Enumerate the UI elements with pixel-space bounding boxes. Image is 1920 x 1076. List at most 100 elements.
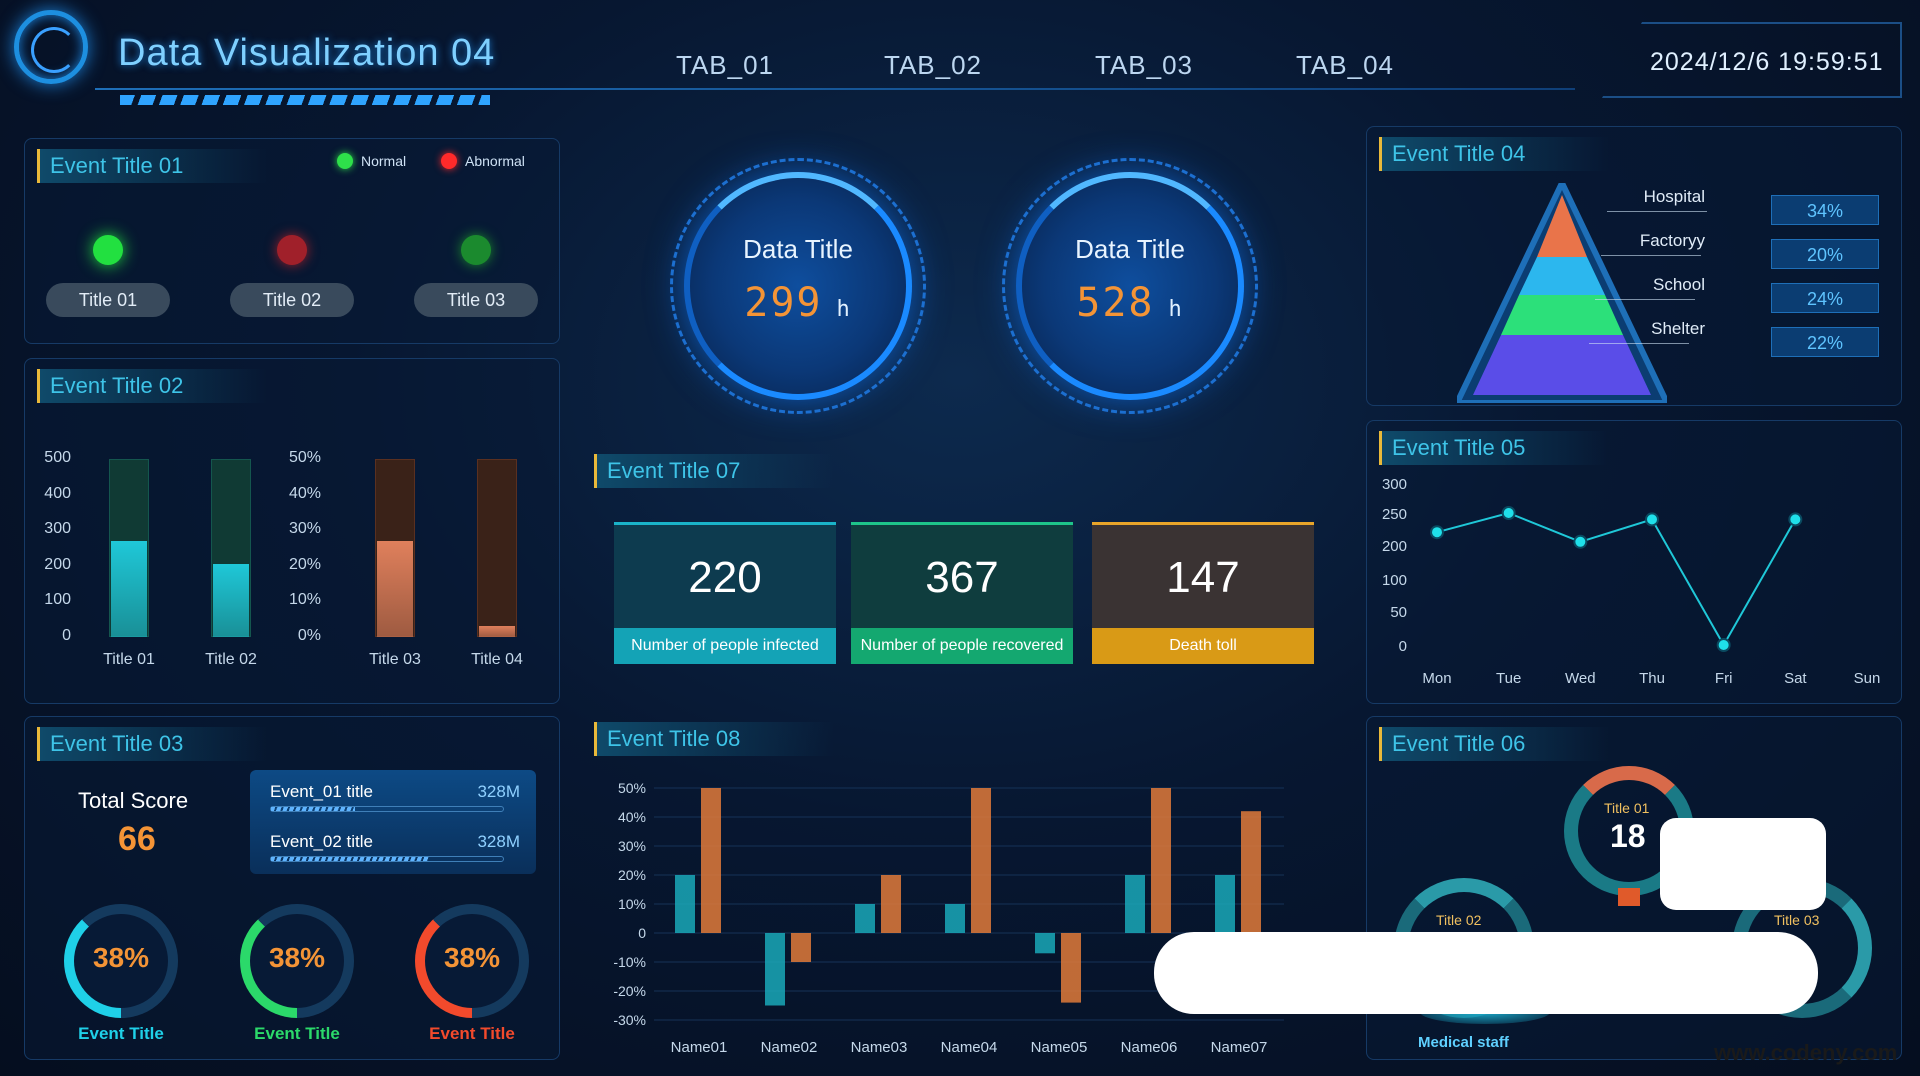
event-row-2[interactable]: Event_02 title 328M xyxy=(270,832,520,852)
event6-gauge-1-label: Title 01 xyxy=(1604,800,1650,816)
x-tick-label: Title 01 xyxy=(103,651,155,668)
event1-panel: Event Title 01 Normal Abnormal Title 01 … xyxy=(24,138,560,344)
pyramid-value: 24% xyxy=(1771,283,1879,313)
bar xyxy=(675,875,695,933)
gauge-number: 528 xyxy=(1076,280,1155,326)
donut-chart: 38% xyxy=(64,904,178,1018)
gauge-value: 299 h xyxy=(688,280,908,326)
page-title: Data Visualization 04 xyxy=(118,32,496,74)
stat-card: 367 Number of people recovered xyxy=(851,522,1073,664)
donut-chart: 38% xyxy=(415,904,529,1018)
x-tick-label: Wed xyxy=(1565,670,1596,687)
event-row-2-bar xyxy=(270,856,504,862)
event6-title: Event Title 06 xyxy=(1379,727,1609,761)
donut-label: Event Title xyxy=(429,1024,515,1043)
stat-card: 147 Death toll xyxy=(1092,522,1314,664)
event5-chart: 300 250 200 100 50 0 Mon Tue Wed Thu Fri Sat Sun xyxy=(1382,476,1881,687)
event1-title: Event Title 01 xyxy=(37,149,267,183)
bar xyxy=(111,540,147,637)
bar xyxy=(701,788,721,933)
status-pill-1[interactable]: Title 01 xyxy=(46,283,170,317)
series-line xyxy=(1436,511,1797,648)
tab-03[interactable]: TAB_03 xyxy=(1095,50,1193,81)
status-pill-3[interactable]: Title 03 xyxy=(414,283,538,317)
bar xyxy=(881,875,901,933)
status-abnormal-icon xyxy=(277,235,307,265)
pyramid-value: 34% xyxy=(1771,195,1879,225)
gauge-unit: h xyxy=(836,297,852,322)
bar xyxy=(791,933,811,962)
x-tick-label: Mon xyxy=(1422,670,1451,687)
x-tick-label: Thu xyxy=(1639,670,1665,687)
pyramid-leader-line xyxy=(1595,299,1695,300)
gauge-title: Data Title xyxy=(743,234,853,264)
event6-gauge-1-value: 18 xyxy=(1610,818,1646,854)
abnormal-legend-icon xyxy=(441,153,457,169)
bar xyxy=(479,626,515,637)
status-pill-2[interactable]: Title 02 xyxy=(230,283,354,317)
donut-label: Event Title xyxy=(254,1024,340,1043)
bar xyxy=(377,540,413,637)
event-row-value: 328M xyxy=(477,832,520,851)
bar xyxy=(213,564,249,637)
event7-title: Event Title 07 xyxy=(594,454,834,488)
stat-value: 220 xyxy=(614,522,836,628)
event8-title: Event Title 08 xyxy=(594,722,834,756)
tab-04[interactable]: TAB_04 xyxy=(1296,50,1394,81)
event-row-1[interactable]: Event_01 title 328M xyxy=(270,782,520,802)
event8-chart: 50% 40% 30% 20% 10% 0 -10% -20% -30% Name01 Name02… xyxy=(613,780,1284,1056)
x-tick-label: Tue xyxy=(1496,670,1521,687)
pyramid-label: School xyxy=(1653,275,1705,294)
pyramid-leader-line xyxy=(1589,343,1689,344)
event4-panel: Event Title 04 Hospital 34% Factoryy 20% Sch… xyxy=(1366,126,1902,406)
event6-gauge-3-label: Title 03 xyxy=(1774,912,1820,928)
event2-title: Event Title 02 xyxy=(37,369,267,403)
logo-icon xyxy=(14,10,88,84)
y-tick-label: -30% xyxy=(613,1012,646,1028)
header: Data Visualization 04 TAB_01 TAB_02 TAB_… xyxy=(0,0,1920,112)
event-row-1-bar xyxy=(270,806,504,812)
bar xyxy=(1215,875,1235,933)
bar-track xyxy=(477,459,517,637)
tab-01[interactable]: TAB_01 xyxy=(676,50,774,81)
event3-title: Event Title 03 xyxy=(37,727,267,761)
event2-panel: Event Title 02 500 400 300 200 100 0 50% 40% 30%… xyxy=(24,358,560,704)
pyramid-leader-line xyxy=(1601,255,1701,256)
y-tick-label: 0% xyxy=(297,627,321,644)
watermark: www.codeny.com xyxy=(1714,1040,1898,1065)
normal-legend-icon xyxy=(337,153,353,169)
y-tick-label: 300 xyxy=(1382,476,1407,493)
y-tick-label: 200 xyxy=(44,555,71,573)
score-label: Total Score xyxy=(78,788,189,813)
donut-percent: 38% xyxy=(268,942,326,973)
event5-panel: Event Title 05 300 250 200 100 50 0 Mon Tue Wed T… xyxy=(1366,420,1902,704)
y-tick-label: 50% xyxy=(288,449,321,466)
y-tick-label: -20% xyxy=(613,983,646,999)
donut-chart: 38% xyxy=(240,904,354,1018)
donut-percent: 38% xyxy=(443,942,501,973)
event6-gauge-2-label: Title 02 xyxy=(1436,912,1482,928)
tab-02[interactable]: TAB_02 xyxy=(884,50,982,81)
y-tick-label: 40% xyxy=(288,484,321,502)
pyramid-label: Hospital xyxy=(1643,187,1705,206)
pyramid-layer-shelter xyxy=(1473,335,1651,395)
bar xyxy=(1125,875,1145,933)
x-tick-label: Sun xyxy=(1854,670,1881,687)
event-list: Event_01 title 328M Event_02 title 328M xyxy=(250,770,536,874)
stat-card: 220 Number of people infected xyxy=(614,522,836,664)
gauge-number: 299 xyxy=(744,280,823,326)
header-divider xyxy=(95,88,1575,90)
status-normal-icon xyxy=(93,235,123,265)
x-tick-label: Name06 xyxy=(1121,1039,1178,1056)
donut-percent: 38% xyxy=(92,942,150,973)
title-decoration xyxy=(120,95,490,105)
y-tick-label: 30% xyxy=(288,520,321,538)
data-point xyxy=(1573,534,1588,549)
medical-staff-label: Medical staff xyxy=(1418,1034,1509,1051)
y-tick-label: 400 xyxy=(44,484,71,502)
y-tick-label: 40% xyxy=(618,809,646,825)
x-tick-label: Fri xyxy=(1715,670,1733,687)
y-tick-label: -10% xyxy=(613,954,646,970)
y-tick-label: 100 xyxy=(1382,572,1407,589)
stat-label: Death toll xyxy=(1092,628,1314,664)
